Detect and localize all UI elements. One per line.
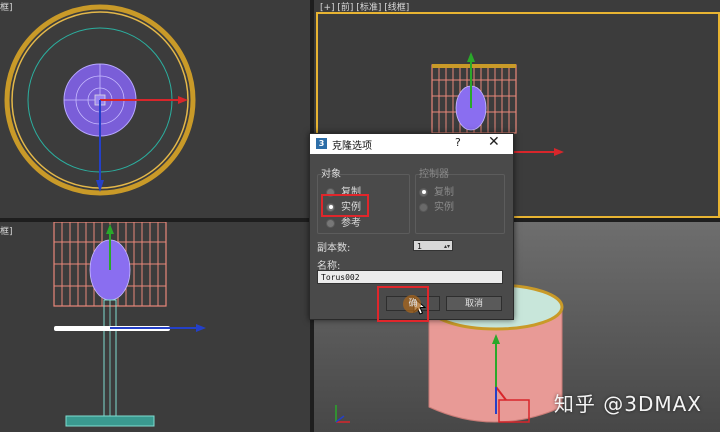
- ok-button-label: 确: [408, 299, 418, 309]
- spinner-arrows-icon[interactable]: ▴▾: [444, 241, 450, 252]
- controller-group-label: 控制器: [419, 169, 449, 180]
- 3dsmax-app-icon: 3: [316, 138, 327, 149]
- top-view-scene: [4, 4, 196, 196]
- lamp-base: [65, 415, 155, 427]
- radio-controller-instance[interactable]: 实例: [419, 198, 454, 213]
- dialog-titlebar[interactable]: 3 克隆选项 ? ✕: [310, 134, 513, 154]
- left-view-scene: [53, 222, 206, 427]
- radio-label: 复制: [434, 187, 454, 198]
- help-icon[interactable]: ?: [455, 136, 461, 149]
- radio-dot-selected[interactable]: [419, 187, 428, 197]
- radio-controller-copy[interactable]: 复制: [419, 183, 454, 198]
- viewport-label[interactable]: 框]: [0, 0, 13, 13]
- radio-dot[interactable]: [326, 218, 335, 228]
- radio-label: 实例: [434, 202, 454, 213]
- radio-label: 参考: [341, 218, 361, 229]
- radio-object-reference[interactable]: 参考: [326, 214, 361, 229]
- dialog-title: 克隆选项: [332, 141, 372, 152]
- viewport-label[interactable]: 框]: [0, 224, 13, 237]
- viewport-label[interactable]: [+] [前] [标准] [线框]: [320, 0, 409, 13]
- copies-label: 副本数:: [317, 243, 351, 254]
- cancel-button[interactable]: 取消: [446, 296, 502, 311]
- viewport-left[interactable]: 框]: [0, 222, 310, 432]
- watermark: 知乎 @3DMAX: [553, 392, 702, 416]
- close-icon[interactable]: ✕: [488, 134, 500, 150]
- viewport-top[interactable]: 框]: [0, 0, 310, 218]
- clone-options-dialog[interactable]: 3 克隆选项 ? ✕ 对象 复制 实例 参考 控制器 复制 实例 副本数: 1 …: [309, 133, 514, 322]
- name-input[interactable]: Torus002: [317, 270, 503, 284]
- copies-spinner[interactable]: 1 ▴▾: [413, 240, 453, 251]
- copies-value: 1: [417, 242, 423, 251]
- radio-dot[interactable]: [419, 202, 428, 212]
- object-group-label: 对象: [321, 169, 341, 180]
